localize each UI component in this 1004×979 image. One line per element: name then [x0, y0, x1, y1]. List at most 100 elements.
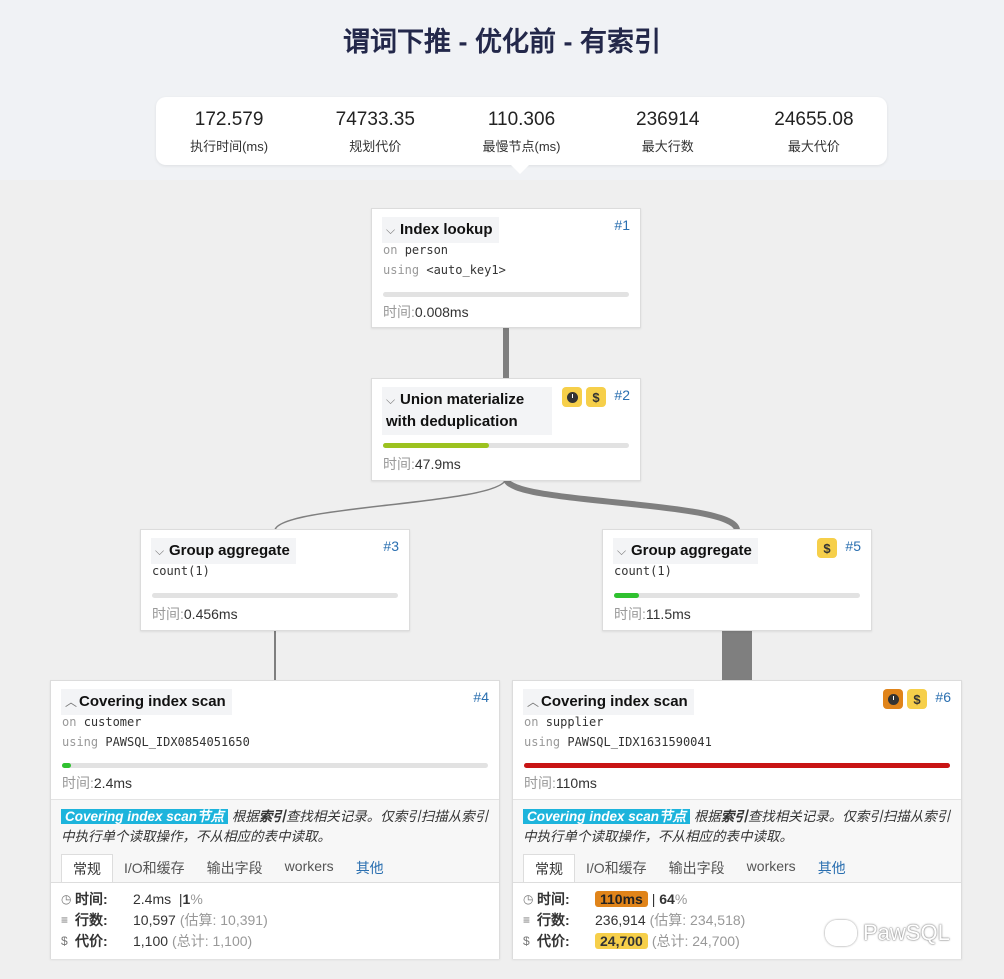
dollar-icon: $ — [817, 538, 837, 558]
plan-node-1[interactable]: ⌵ Index lookup #1 on person using <auto_k… — [371, 208, 641, 328]
chevron-down-icon: ⌵ — [386, 393, 396, 407]
stat-key: 行数: — [75, 912, 108, 928]
node-header[interactable]: ⌵ Group aggregate — [613, 538, 758, 564]
stats-panel: ◷ 时间: 2.4ms | 1% ≡ 行数: 10,597 (估算: 10,391) $ 代价… — [51, 882, 499, 959]
stat-value: 236,914 — [595, 912, 646, 928]
node-header[interactable]: ⌵ Union materialize with deduplication — [382, 387, 552, 435]
stat-value: 110ms — [595, 891, 648, 907]
time-key: 时间: — [614, 606, 646, 622]
plan-node-2[interactable]: ⌵ Union materialize with deduplication $ #… — [371, 378, 641, 481]
chevron-down-icon: ⌵ — [155, 544, 165, 558]
time-bar — [524, 763, 950, 768]
time-bar — [62, 763, 488, 768]
node-title: Covering index scan — [79, 693, 226, 710]
time-key: 时间: — [383, 456, 415, 472]
tab-workers[interactable]: workers — [274, 854, 345, 882]
node-using: using <auto_key1> — [383, 263, 506, 277]
table-name: person — [404, 243, 449, 257]
node-header[interactable]: ⌵ Group aggregate — [151, 538, 296, 564]
node-title: Index lookup — [400, 221, 493, 238]
time-bar — [383, 443, 629, 448]
node-time: 时间:11.5ms — [614, 604, 691, 624]
detail-tabs: 常规 I/O和缓存 输出字段 workers 其他 — [61, 854, 499, 882]
detail-tabs: 常规 I/O和缓存 输出字段 workers 其他 — [523, 854, 961, 882]
rows-icon: ≡ — [523, 913, 531, 927]
node-badges: $ — [562, 387, 606, 407]
node-badges: $ — [817, 538, 837, 558]
kw-using: using — [524, 735, 561, 749]
time-key: 时间: — [383, 304, 415, 320]
dollar-icon: $ — [61, 934, 68, 948]
node-detail: count(1) — [152, 564, 210, 578]
node-description: Covering index scan节点 根据索引查找相关记录。仅索引扫描从索… — [61, 807, 489, 847]
tab-general[interactable]: 常规 — [61, 854, 113, 882]
node-header[interactable]: ︿ Covering index scan — [61, 689, 232, 715]
stat-value: 1,100 — [133, 933, 169, 949]
time-bar-fill — [383, 443, 489, 448]
stat-rows: ≡ 行数: 10,597 (估算: 10,391) — [61, 910, 268, 930]
stat-value: 24,700 — [595, 933, 648, 949]
node-id: #5 — [845, 538, 861, 554]
node-title: Covering index scan — [541, 693, 688, 710]
node-header[interactable]: ︿ Covering index scan — [523, 689, 694, 715]
stat-key: 时间: — [537, 891, 570, 907]
dollar-icon: $ — [523, 934, 530, 948]
time-key: 时间: — [152, 606, 184, 622]
chevron-down-icon: ⌵ — [386, 223, 396, 237]
tab-output-fields[interactable]: 输出字段 — [196, 854, 274, 882]
watermark: PawSQL — [825, 920, 950, 946]
wechat-icon — [825, 920, 857, 946]
stat-estimate: (估算: 10,391) — [179, 912, 268, 928]
kw-on: on — [524, 715, 539, 729]
stat-key: 时间: — [75, 891, 108, 907]
desc-a: 根据 — [231, 809, 259, 824]
node-title-line1: Union materialize — [400, 391, 525, 408]
stat-value: 2.4ms — [133, 891, 172, 907]
node-time: 时间:110ms — [524, 773, 597, 793]
stat-time: ◷ 时间: 2.4ms | 1% — [61, 889, 203, 909]
kw-on: on — [383, 243, 398, 257]
plan-node-4[interactable]: ︿ Covering index scan #4 on customer usin… — [50, 680, 500, 959]
kw-on: on — [62, 715, 77, 729]
node-title: Group aggregate — [169, 542, 290, 559]
desc-b: 索引 — [720, 809, 748, 824]
chevron-down-icon: ⌵ — [617, 544, 627, 558]
stat-key: 行数: — [537, 912, 570, 928]
tab-io-cache[interactable]: I/O和缓存 — [113, 854, 196, 882]
edge-2-5 — [503, 477, 740, 532]
node-id: #2 — [614, 387, 630, 403]
plan-node-5[interactable]: ⌵ Group aggregate $ #5 count(1) 时间:11.5ms — [602, 529, 872, 631]
node-time: 时间:2.4ms — [62, 773, 132, 793]
desc-a: 根据 — [693, 809, 721, 824]
desc-highlight: Covering index scan节点 — [523, 809, 691, 824]
clock-icon: ◷ — [523, 892, 534, 906]
time-value: 110ms — [555, 775, 597, 791]
plan-node-3[interactable]: ⌵ Group aggregate #3 count(1) 时间:0.456ms — [140, 529, 410, 631]
node-id: #3 — [383, 538, 399, 554]
stat-cost: $ 代价: 24,700 (总计: 24,700) — [523, 931, 740, 951]
desc-b: 索引 — [258, 809, 286, 824]
time-key: 时间: — [62, 775, 94, 791]
node-header[interactable]: ⌵ Index lookup — [382, 217, 499, 243]
time-value: 47.9ms — [414, 456, 461, 472]
stat-pct-unit: % — [674, 891, 688, 907]
kw-using: using — [383, 263, 420, 277]
stat-pct: 1 — [182, 891, 191, 907]
stat-total: (总计: 24,700) — [651, 933, 740, 949]
node-detail-panel: Covering index scan节点 根据索引查找相关记录。仅索引扫描从索… — [51, 799, 499, 883]
node-using: using PAWSQL_IDX1631590041 — [524, 735, 712, 749]
tab-io-cache[interactable]: I/O和缓存 — [575, 854, 658, 882]
tab-other[interactable]: 其他 — [807, 854, 857, 882]
node-title: Group aggregate — [631, 542, 752, 559]
node-on: on customer — [62, 715, 141, 729]
stat-pct: 64 — [659, 891, 675, 907]
tab-general[interactable]: 常规 — [523, 854, 575, 882]
tab-output-fields[interactable]: 输出字段 — [658, 854, 736, 882]
tab-workers[interactable]: workers — [736, 854, 807, 882]
time-bar — [383, 292, 629, 297]
plan-node-6[interactable]: ︿ Covering index scan $ #6 on supplier us… — [512, 680, 962, 959]
node-time: 时间:0.456ms — [152, 604, 238, 624]
dollar-icon: $ — [586, 387, 606, 407]
node-detail: count(1) — [614, 564, 672, 578]
tab-other[interactable]: 其他 — [345, 854, 395, 882]
